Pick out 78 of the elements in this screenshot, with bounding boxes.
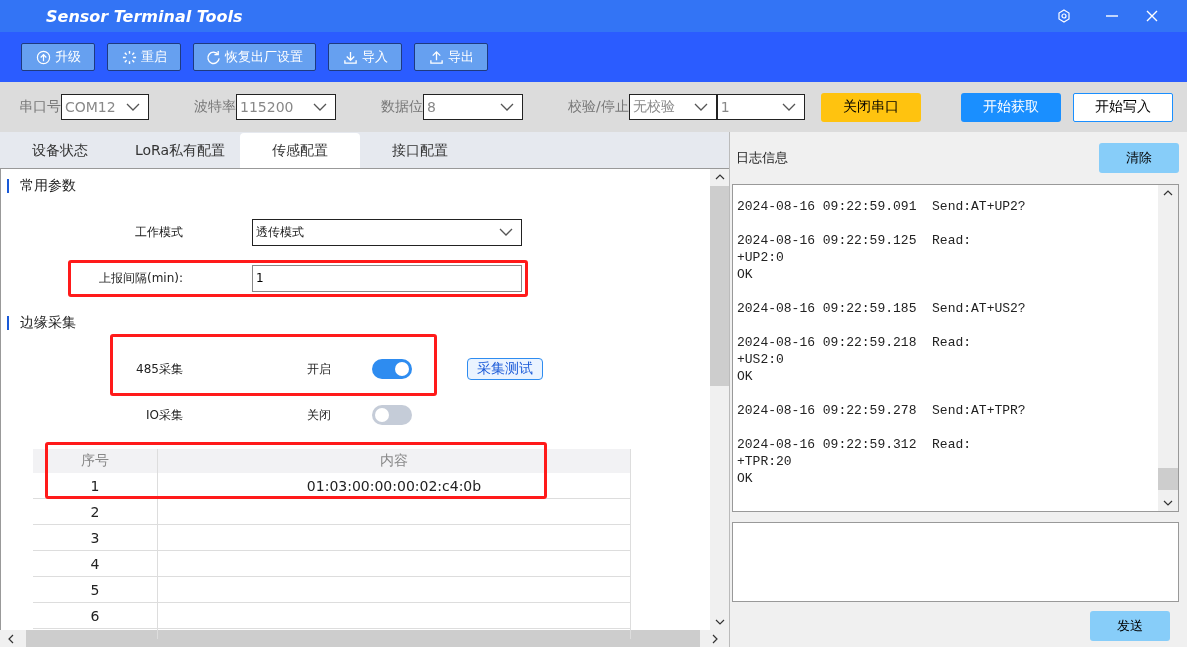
- field-label: 数据位: [381, 98, 423, 116]
- log-line: +TPR:20: [737, 453, 793, 470]
- toggle-switch[interactable]: [372, 405, 412, 425]
- toggle-switch[interactable]: [372, 359, 412, 379]
- log-line: 2024-08-16 09:22:59.218 Read:: [737, 334, 973, 351]
- column-header: 序号: [33, 449, 158, 473]
- chevron-down-icon: [1163, 500, 1173, 506]
- chevron-down-icon: [313, 103, 327, 111]
- field-label: 上报间隔(min):: [97, 269, 183, 287]
- input-field[interactable]: 1: [252, 264, 522, 292]
- log-line: 2024-08-16 09:22:59.185 Send:AT+US2?: [737, 300, 1027, 317]
- download-icon: [342, 49, 358, 65]
- chevron-down-icon: [781, 103, 796, 111]
- log-line: 2024-08-16 09:22:59.091 Send:AT+UP2?: [737, 198, 1027, 215]
- tab[interactable]: 传感配置: [240, 133, 360, 168]
- send-button[interactable]: 发送: [1090, 611, 1170, 641]
- tab[interactable]: 设备状态: [0, 133, 120, 168]
- chevron-right-icon: [712, 633, 718, 644]
- chevron-down-icon: [500, 103, 514, 111]
- clear-button[interactable]: 清除: [1099, 143, 1179, 173]
- chevron-left-icon: [8, 633, 14, 644]
- field-label: 485采集: [135, 360, 183, 378]
- log-line: +US2:0: [737, 351, 785, 368]
- switch-state-label: 开启: [307, 360, 332, 378]
- log-line: 2024-08-16 09:22:59.125 Read:: [737, 232, 973, 249]
- chevron-down-icon: [714, 619, 725, 625]
- test-button[interactable]: 采集测试: [467, 358, 543, 380]
- field-label: 串口号: [19, 98, 61, 116]
- table-cell: 4: [33, 551, 158, 576]
- log-line: OK: [737, 368, 754, 385]
- chevron-down-icon: [693, 103, 708, 111]
- refresh-icon: [206, 49, 221, 65]
- log-line: +UP2:0: [737, 249, 785, 266]
- dropdown[interactable]: 1: [716, 94, 805, 120]
- table-cell: 6: [33, 603, 158, 628]
- table-cell: 2: [33, 499, 158, 524]
- scrollbar-thumb[interactable]: [710, 186, 729, 386]
- scrollbar-thumb[interactable]: [1158, 468, 1178, 490]
- settings-icon[interactable]: [1057, 9, 1071, 23]
- dropdown[interactable]: 透传模式: [252, 218, 522, 246]
- dropdown[interactable]: 无校验: [628, 94, 717, 120]
- chevron-up-icon: [1163, 190, 1173, 196]
- spinner-icon: [121, 49, 137, 65]
- log-title: 日志信息: [736, 149, 788, 167]
- field-label: 波特率: [194, 98, 236, 116]
- dropdown[interactable]: COM12: [61, 94, 149, 120]
- log-line: OK: [737, 266, 754, 283]
- dropdown[interactable]: 8: [423, 94, 523, 120]
- vertical-scrollbar[interactable]: [1158, 185, 1178, 511]
- log-line: OK: [737, 470, 754, 487]
- tab[interactable]: 接口配置: [360, 133, 480, 168]
- start-fetch-button[interactable]: 开始获取: [961, 92, 1061, 122]
- table-cell: 1: [33, 473, 158, 498]
- chevron-down-icon: [499, 228, 513, 236]
- section-title: 边缘采集: [20, 314, 76, 332]
- upload-icon: [428, 49, 444, 65]
- message-input-field[interactable]: [732, 522, 1179, 602]
- field-label: 校验/停止: [568, 98, 629, 116]
- table-cell: 3: [33, 525, 158, 550]
- close-icon[interactable]: [1145, 9, 1159, 23]
- tab[interactable]: LoRa私有配置: [120, 133, 240, 168]
- log-line: 2024-08-16 09:22:59.278 Send:AT+TPR?: [737, 402, 1027, 419]
- column-header: 内容: [158, 449, 631, 473]
- vertical-scrollbar[interactable]: [710, 169, 729, 630]
- field-label: 工作模式: [134, 223, 183, 241]
- table-cell: 5: [33, 577, 158, 602]
- window-title: Sensor Terminal Tools: [46, 6, 243, 26]
- table-cell: 01:03:00:00:00:02:c4:0b: [158, 473, 631, 498]
- up-arrow-circle-icon: [35, 49, 51, 65]
- field-label: IO采集: [145, 406, 183, 424]
- switch-state-label: 关闭: [307, 406, 332, 424]
- log-line: 2024-08-16 09:22:59.312 Read:: [737, 436, 973, 453]
- chevron-up-icon: [714, 174, 725, 180]
- close-port-button[interactable]: 关闭串口: [820, 92, 921, 122]
- dropdown[interactable]: 115200: [236, 94, 336, 120]
- start-write-button[interactable]: 开始写入: [1073, 92, 1173, 122]
- section-title: 常用参数: [20, 177, 76, 195]
- chevron-down-icon: [126, 103, 140, 111]
